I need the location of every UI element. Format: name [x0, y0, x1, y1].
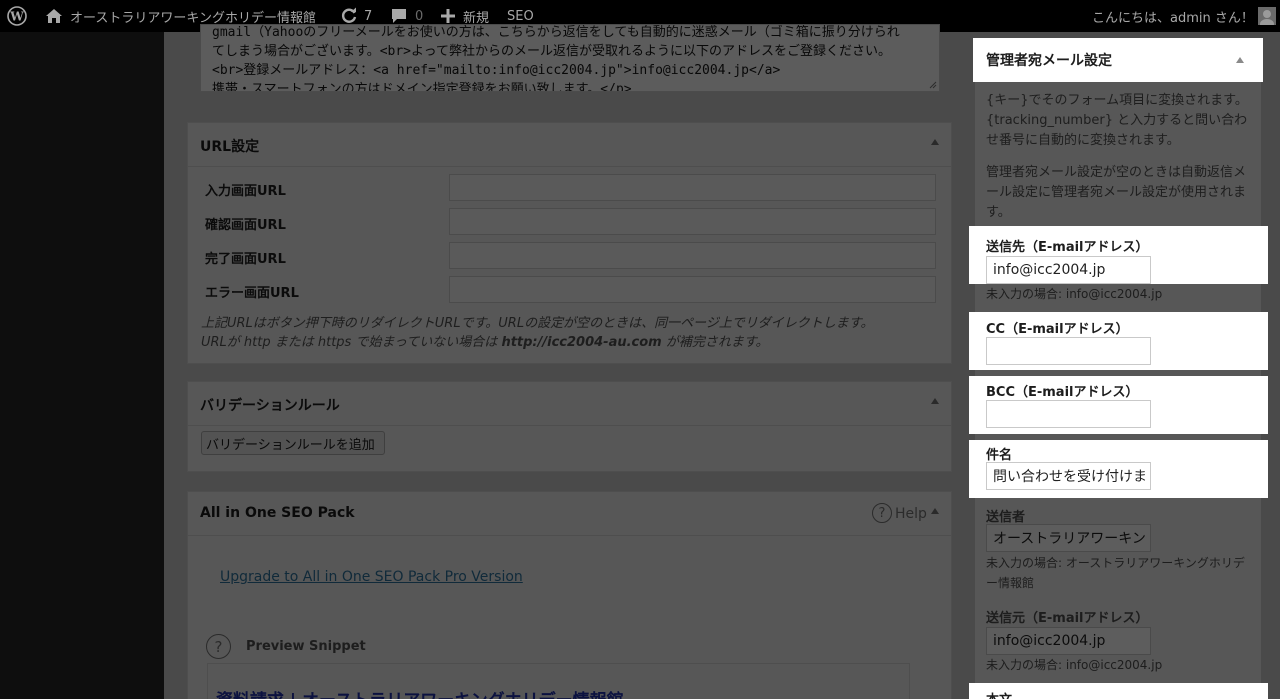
cc-email-label: CC（E-mailアドレス） — [986, 322, 1129, 337]
upgrade-pro-link[interactable]: Upgrade to All in One SEO Pack Pro Versi… — [220, 569, 523, 585]
validation-rules-box: バリデーションルール — [187, 381, 952, 472]
error-page-url-label: エラー画面URL — [205, 286, 299, 301]
from-email-label: 送信元（E-mailアドレス） — [986, 611, 1149, 626]
seo-pack-title: All in One SEO Pack — [200, 505, 355, 521]
updates-count: 7 — [364, 8, 373, 24]
to-email-hint: 未入力の場合: info@icc2004.jp — [986, 287, 1163, 301]
preview-help-icon[interactable]: ? — [206, 634, 231, 659]
snippet-title: 資料請求 | オーストラリアワーキングホリデー情報館 — [216, 686, 624, 699]
add-validation-rule-button[interactable]: バリデーションルールを追加 — [201, 431, 385, 455]
site-name: オーストラリアワーキングホリデー情報館 — [70, 10, 316, 26]
bcc-email-label: BCC（E-mailアドレス） — [986, 385, 1139, 400]
cc-email-input[interactable] — [986, 337, 1151, 365]
textarea-line: 携帯・スマートフォンの方はドメイン指定登録をお願い致します。</p> — [212, 82, 632, 92]
comments-count: 0 — [415, 8, 424, 24]
admin-menu — [0, 32, 164, 699]
admin-mail-description: {キー}でそのフォーム項目に変換されます。 {tracking_number} … — [986, 93, 1248, 148]
home-icon — [46, 9, 62, 23]
resize-handle-icon[interactable] — [929, 81, 937, 89]
base-url: http://icc2004-au.com — [501, 335, 662, 350]
help-icon[interactable]: ? — [872, 503, 892, 523]
refresh-icon — [341, 7, 357, 23]
sender-name-input[interactable]: オーストラリアワーキン — [986, 524, 1151, 552]
collapse-arrow-icon[interactable] — [931, 139, 939, 145]
collapse-arrow-icon[interactable] — [1236, 57, 1244, 63]
avatar — [1257, 7, 1276, 25]
url-note: 上記URLはボタン押下時のリダイレクトURLです。URLの設定が空のときは、同一… — [201, 316, 874, 331]
seo-pack-header[interactable]: All in One SEO Pack — [188, 492, 951, 536]
to-email-input[interactable]: info@icc2004.jp — [986, 256, 1151, 284]
sender-name-hint: 未入力の場合: オーストラリアワーキングホリデー情報館 — [986, 556, 1245, 590]
auto-reply-body-textarea[interactable]: gmail（Yahooのフリーメールをお使いの方は、こちらから返信をしても自動的… — [200, 24, 940, 92]
wordpress-logo-icon[interactable]: W — [7, 0, 27, 32]
confirm-page-url-field[interactable] — [449, 208, 936, 235]
url-settings-header[interactable]: URL設定 — [188, 123, 951, 167]
collapse-arrow-icon[interactable] — [931, 508, 939, 514]
comment-icon — [392, 9, 406, 23]
help-link[interactable]: Help — [895, 506, 927, 522]
url-note-text: が補完されます。 — [661, 335, 769, 350]
preview-snippet-label: Preview Snippet — [246, 639, 366, 654]
validation-rules-header[interactable]: バリデーションルール — [188, 382, 951, 426]
svg-text:W: W — [9, 10, 24, 24]
input-page-url-label: 入力画面URL — [205, 184, 286, 199]
url-note-text: URLが http または https で始まっていない場合は — [201, 335, 502, 350]
url-settings-title: URL設定 — [200, 139, 260, 155]
seo-label: SEO — [507, 8, 534, 24]
textarea-line: <br>登録メールアドレス：<a href="mailto:info@icc20… — [212, 63, 781, 78]
textarea-line: てしまう場合がございます。<br>よって弊社からのメール返信が受取れるように以下… — [212, 44, 891, 59]
admin-mail-title: 管理者宛メール設定 — [986, 53, 1112, 69]
from-email-input[interactable]: info@icc2004.jp — [986, 627, 1151, 655]
body-label: 本文 — [986, 689, 1012, 699]
subject-input[interactable]: 問い合わせを受け付けま — [986, 462, 1151, 490]
complete-page-url-field[interactable] — [449, 242, 936, 269]
admin-mail-fallback-note: 管理者宛メール設定が空のときは自動返信メール設定に管理者宛メール設定が使用されま… — [986, 165, 1247, 220]
complete-page-url-label: 完了画面URL — [205, 252, 286, 267]
admin-mail-header[interactable]: 管理者宛メール設定 — [973, 38, 1263, 82]
textarea-line: gmail（Yahooのフリーメールをお使いの方は、こちらから返信をしても自動的… — [212, 25, 900, 40]
avatar-icon — [1262, 10, 1271, 18]
from-email-hint: 未入力の場合: info@icc2004.jp — [986, 658, 1163, 672]
url-note-2: URLが http または https で始まっていない場合は http://i… — [201, 331, 769, 350]
new-label: 新規 — [463, 10, 490, 26]
sender-name-label: 送信者 — [986, 510, 1026, 525]
body-field-highlight: 本文 — [969, 683, 1268, 699]
collapse-arrow-icon[interactable] — [931, 398, 939, 404]
bcc-email-input[interactable] — [986, 400, 1151, 428]
error-page-url-field[interactable] — [449, 276, 936, 303]
confirm-page-url-label: 確認画面URL — [205, 218, 286, 233]
to-email-label: 送信先（E-mailアドレス） — [986, 240, 1149, 255]
account-menu[interactable]: こんにちは、admin さん！ — [1092, 0, 1276, 32]
validation-rules-title: バリデーションルール — [200, 398, 340, 414]
subject-label: 件名 — [986, 448, 1013, 463]
plus-icon — [441, 9, 455, 23]
greeting-text: こんにちは、admin さん！ — [1092, 10, 1254, 26]
input-page-url-field[interactable] — [449, 174, 936, 201]
